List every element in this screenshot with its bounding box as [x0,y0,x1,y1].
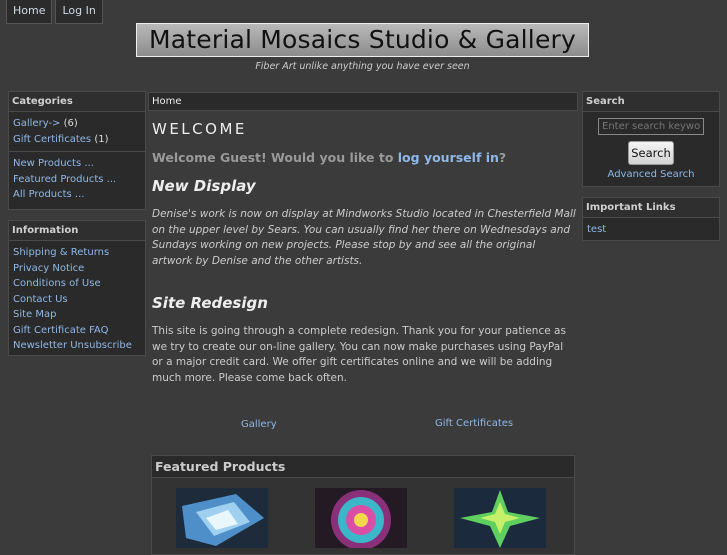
featured-products-box: Featured Products [151,455,575,555]
category-gift-link[interactable]: Gift Certificates [13,134,91,145]
all-products-link[interactable]: All Products ... [13,189,84,200]
home-link[interactable]: Home [6,0,53,24]
category-count: (6) [63,118,78,129]
guest-greeting: Welcome Guest! Would you like to log you… [152,150,578,165]
privacy-link[interactable]: Privacy Notice [13,263,84,274]
category-count: (1) [94,133,109,145]
new-display-text: Denise's work is now on display at Mindw… [152,208,576,268]
categories-box: Categories Gallery-> (6) Gift Certificat… [8,91,146,210]
shipping-link[interactable]: Shipping & Returns [13,247,109,258]
test-link[interactable]: test [587,224,606,235]
product-image-1[interactable] [176,488,268,548]
redesign-heading: Site Redesign [152,293,268,312]
site-map-link[interactable]: Site Map [13,309,56,320]
important-links-box: Important Links test [582,197,720,241]
login-inline-link[interactable]: log yourself in [398,150,499,165]
product-image-3[interactable] [454,488,546,548]
redesign-text: This site is going through a complete re… [152,324,566,384]
site-logo[interactable]: Material Mosaics Studio & Gallery [136,23,589,57]
information-box: Information Shipping & Returns Privacy N… [8,220,146,356]
login-link[interactable]: Log In [55,0,103,24]
categories-heading: Categories [9,92,145,112]
guest-prefix: Welcome Guest! Would you like to [152,150,398,165]
search-box: Search Search Advanced Search [582,91,720,187]
guest-suffix: ? [498,150,507,165]
product-image-2[interactable] [315,488,407,548]
welcome-heading: WELCOME [152,120,247,138]
category-gallery-link[interactable]: Gallery-> [13,118,60,129]
search-input[interactable] [598,118,704,135]
information-heading: Information [9,221,145,241]
featured-products-link[interactable]: Featured Products ... [13,174,116,185]
featured-heading: Featured Products [152,456,574,478]
contact-link[interactable]: Contact Us [13,294,68,305]
unsubscribe-link[interactable]: Newsletter Unsubscribe [13,340,132,351]
new-products-link[interactable]: New Products ... [13,158,94,169]
search-button[interactable]: Search [628,141,674,165]
tagline: Fiber Art unlike anything you have ever … [255,61,470,72]
breadcrumb: Home [148,92,578,111]
divider [9,151,145,152]
gallery-link[interactable]: Gallery [241,419,277,430]
gift-certificates-link[interactable]: Gift Certificates [435,418,513,429]
conditions-link[interactable]: Conditions of Use [13,278,101,289]
breadcrumb-home[interactable]: Home [152,96,182,107]
important-links-heading: Important Links [583,198,719,218]
category-links-row: Gallery Gift Certificates [148,418,578,432]
category-item: Gift Certificates (1) [13,132,141,148]
advanced-search-link[interactable]: Advanced Search [608,169,695,180]
main-content: Home WELCOME Welcome Guest! Would you li… [148,92,578,430]
gift-faq-link[interactable]: Gift Certificate FAQ [13,325,108,336]
top-nav: Home Log In [6,0,106,24]
new-display-heading: New Display [152,177,256,195]
category-item: Gallery-> (6) [13,116,141,132]
search-heading: Search [583,92,719,112]
